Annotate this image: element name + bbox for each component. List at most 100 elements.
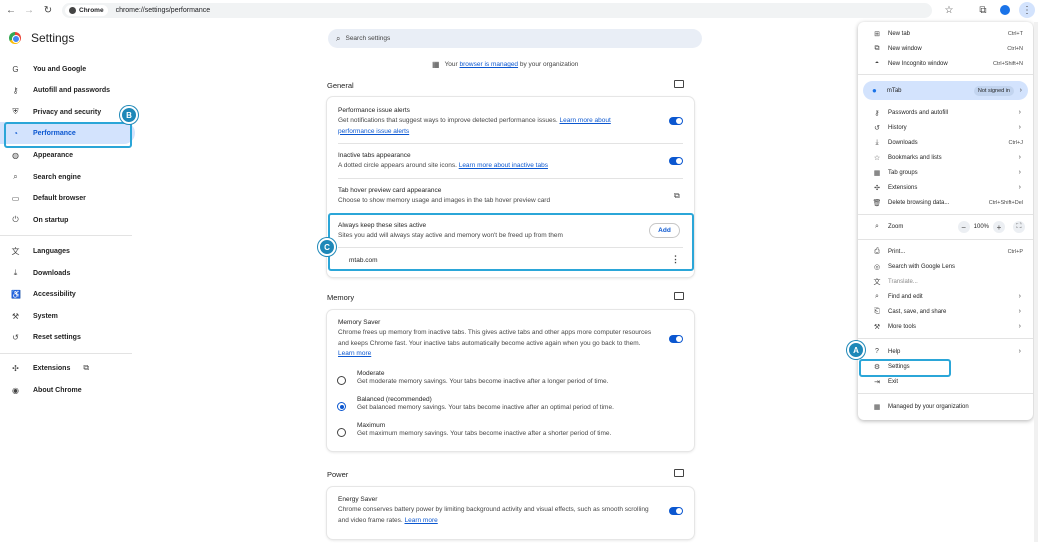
callout-b-badge: B: [120, 106, 138, 124]
zoom-in-button[interactable]: +: [993, 221, 1005, 233]
menu-label: New Incognito window: [888, 60, 948, 67]
star-icon: ☆: [873, 154, 881, 162]
search-placeholder: Search settings: [345, 35, 391, 42]
menu-history[interactable]: ↺ History ›: [858, 121, 1033, 134]
menu-new-window[interactable]: ⧉ New window Ctrl+N: [858, 42, 1033, 55]
tab-groups-icon: ▦: [873, 169, 881, 177]
sidebar-item-autofill[interactable]: ⚷ Autofill and passwords: [0, 79, 135, 101]
memory-saver-link[interactable]: Learn more: [338, 350, 371, 357]
menu-profile[interactable]: ● mTab Not signed in ›: [863, 81, 1028, 100]
menu-passwords[interactable]: ⚷ Passwords and autofill ›: [858, 106, 1033, 119]
hover-preview-row[interactable]: Tab hover preview card appearance Choose…: [338, 187, 678, 207]
inactive-tabs-desc-text: A dotted circle appears around site icon…: [338, 162, 457, 169]
menu-print[interactable]: ⎙ Print... Ctrl+P: [858, 245, 1033, 258]
menu-extensions[interactable]: ✣ Extensions ›: [858, 181, 1033, 194]
zoom-out-button[interactable]: −: [957, 221, 970, 233]
menu-new-tab[interactable]: ⊞ New tab Ctrl+T: [858, 27, 1033, 40]
energy-saver-link[interactable]: Learn more: [405, 517, 438, 524]
menu-incognito[interactable]: ◓ New Incognito window Ctrl+Shift+N: [858, 57, 1033, 70]
sidebar-item-languages[interactable]: 文 Languages: [0, 240, 135, 262]
bookmark-star-icon[interactable]: ☆: [941, 2, 957, 18]
menu-label: Search with Google Lens: [888, 263, 956, 270]
menu-tab-groups[interactable]: ▦ Tab groups ›: [858, 166, 1033, 179]
open-external-icon[interactable]: ⧉: [674, 191, 680, 201]
menu-managed[interactable]: ▦ Managed by your organization: [858, 400, 1033, 413]
feedback-icon[interactable]: [674, 292, 684, 300]
sidebar-item-system[interactable]: ⚒ System: [0, 305, 135, 327]
managed-link[interactable]: browser is managed: [460, 61, 519, 68]
section-power-heading: Power: [327, 470, 349, 479]
sidebar-item-reset[interactable]: ↺ Reset settings: [0, 326, 135, 348]
help-icon: ?: [875, 348, 879, 355]
site-chip[interactable]: Chrome: [65, 5, 108, 16]
menu-google-lens[interactable]: ◎ Search with Google Lens: [858, 260, 1033, 273]
perf-alerts-toggle[interactable]: [669, 117, 683, 125]
menu-cast-save[interactable]: ⎗ Cast, save, and share ›: [858, 305, 1033, 318]
menu-translate[interactable]: 文 Translate...: [858, 275, 1033, 288]
sidebar-item-downloads[interactable]: ⤓ Downloads: [0, 262, 135, 284]
inactive-tabs-desc: A dotted circle appears around site icon…: [338, 161, 678, 172]
page-scrollbar[interactable]: [1034, 22, 1038, 542]
inactive-tabs-toggle[interactable]: [669, 157, 683, 165]
radio-maximum[interactable]: [337, 428, 346, 437]
chrome-menu-button[interactable]: ⋮: [1019, 2, 1035, 18]
radio-moderate[interactable]: [337, 376, 346, 385]
extensions-puzzle-icon[interactable]: ⧉: [975, 2, 991, 18]
avatar-icon: [1000, 5, 1010, 15]
search-settings-input[interactable]: ⌕ Search settings: [328, 29, 702, 48]
sidebar-item-label: You and Google: [33, 65, 87, 73]
sidebar-item-on-startup[interactable]: ⏻ On startup: [0, 209, 135, 231]
menu-bookmarks[interactable]: ☆ Bookmarks and lists ›: [858, 151, 1033, 164]
address-bar[interactable]: Chrome chrome://settings/performance: [62, 3, 932, 18]
reload-icon[interactable]: ↻: [40, 2, 56, 18]
callout-a-badge: A: [847, 341, 865, 359]
memory-saver-desc: Chrome frees up memory from inactive tab…: [338, 328, 656, 360]
sidebar-item-accessibility[interactable]: ♿ Accessibility: [0, 283, 135, 305]
sidebar-item-search-engine[interactable]: ⌕ Search engine: [0, 166, 135, 188]
callout-b-highlight: [4, 122, 132, 148]
callout-a-highlight: [859, 359, 951, 377]
menu-downloads[interactable]: ⤓ Downloads Ctrl+J: [858, 136, 1033, 149]
inactive-tabs-link[interactable]: Learn more about inactive tabs: [459, 162, 548, 169]
menu-label: Help: [888, 348, 901, 355]
sidebar-item-you-and-google[interactable]: G You and Google: [0, 58, 135, 80]
menu-label: Zoom: [888, 224, 904, 230]
site-chip-label: Chrome: [79, 7, 104, 14]
option-desc: Get moderate memory savings. Your tabs b…: [357, 378, 609, 385]
forward-icon[interactable]: →: [21, 2, 37, 18]
person-icon: ●: [872, 86, 877, 95]
menu-help[interactable]: ? Help ›: [858, 345, 1033, 358]
building-icon: ▦: [432, 60, 440, 69]
option-maximum: Maximum Get maximum memory savings. Your…: [357, 422, 667, 440]
feedback-icon[interactable]: [674, 80, 684, 88]
energy-saver-desc-text: Chrome conserves battery power by limiti…: [338, 506, 649, 524]
menu-divider: [858, 239, 1033, 240]
sidebar-item-privacy[interactable]: ⛨ Privacy and security: [0, 101, 135, 123]
sign-in-status: Not signed in: [973, 85, 1014, 96]
profile-avatar[interactable]: [997, 2, 1013, 18]
menu-more-tools[interactable]: ⚒ More tools ›: [858, 320, 1033, 333]
kebab-icon: ⋮: [1022, 4, 1032, 16]
back-icon[interactable]: ←: [3, 2, 19, 18]
translate-icon: 文: [873, 278, 881, 286]
menu-divider: [858, 74, 1033, 75]
menu-delete-data[interactable]: 🗑 Delete browsing data... Ctrl+Shift+Del: [858, 196, 1033, 209]
memory-saver-toggle[interactable]: [669, 335, 683, 343]
chevron-right-icon: ›: [1018, 154, 1021, 161]
menu-label: Print...: [888, 248, 906, 255]
energy-saver-toggle[interactable]: [669, 507, 683, 515]
sidebar-item-default-browser[interactable]: ▭ Default browser: [0, 187, 135, 209]
fullscreen-icon[interactable]: ⛶: [1013, 221, 1025, 233]
feedback-icon[interactable]: [674, 469, 684, 477]
chevron-right-icon: ›: [1018, 169, 1021, 176]
radio-balanced[interactable]: [337, 402, 346, 411]
menu-label: History: [888, 124, 907, 131]
search-icon: ⌕: [336, 33, 341, 43]
puzzle-icon: ✣: [874, 184, 880, 192]
sidebar-item-about[interactable]: ◉ About Chrome: [0, 379, 135, 401]
incognito-icon: ◓: [874, 60, 880, 67]
energy-saver-desc: Chrome conserves battery power by limiti…: [338, 505, 656, 526]
sidebar-item-extensions[interactable]: ✣ Extensions ⧉: [0, 357, 135, 379]
menu-find-edit[interactable]: ⌕ Find and edit ›: [858, 290, 1033, 303]
option-title: Moderate: [357, 370, 385, 377]
